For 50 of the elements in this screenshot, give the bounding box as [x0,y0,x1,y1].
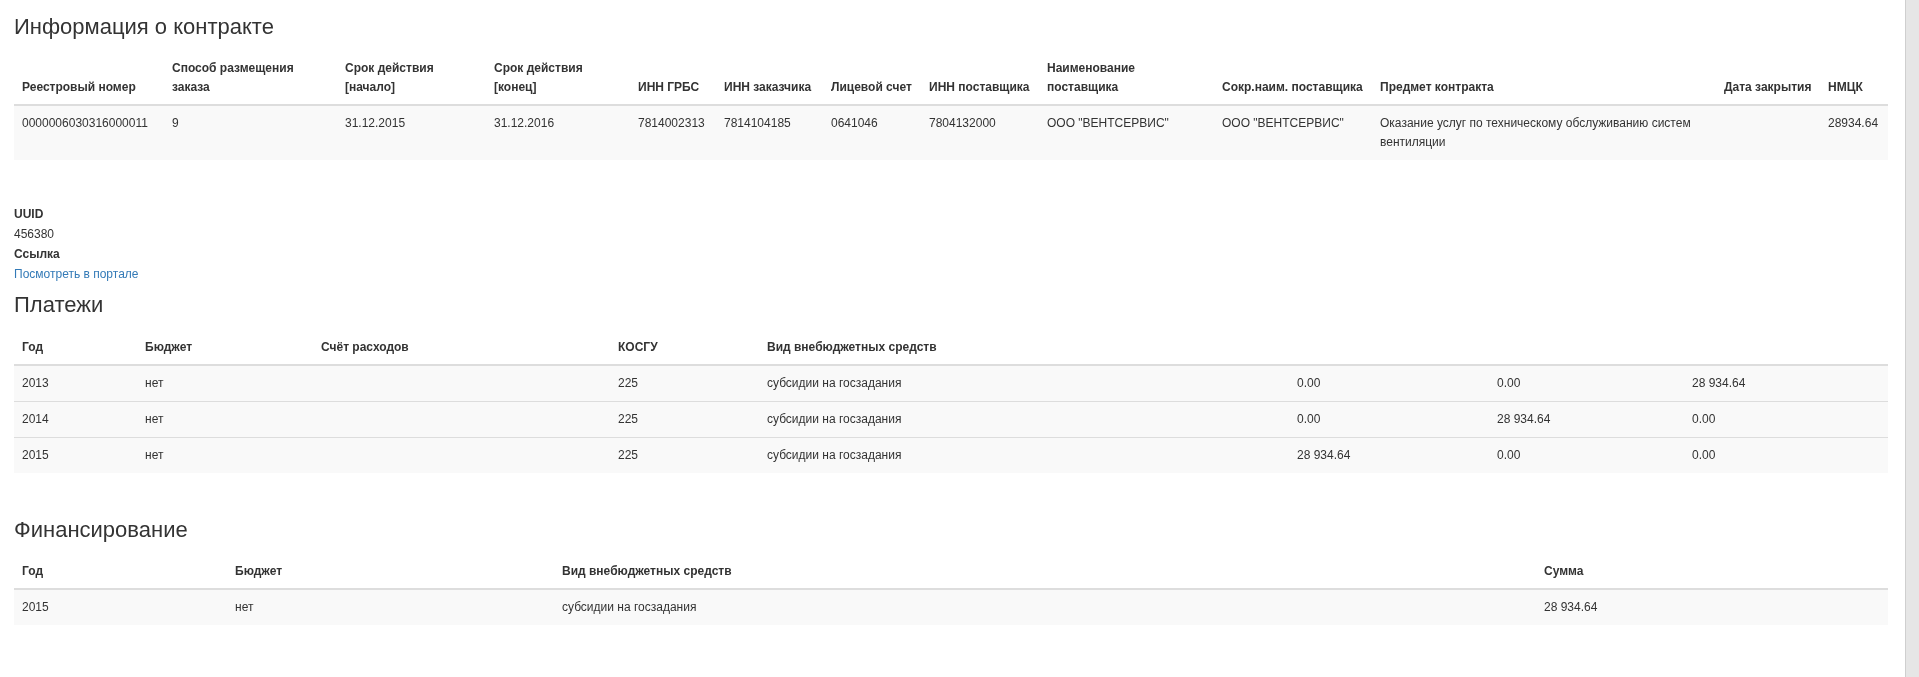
table-cell: 7804132000 [921,105,1039,161]
column-header: Бюджет [137,330,313,365]
table-cell: нет [137,364,313,402]
section-title: Финансирование [14,516,188,544]
table-cell: 0.00 [1489,364,1684,402]
column-header: Год [14,330,137,365]
table-cell: нет [137,437,313,473]
table-cell: 7814002313 [630,105,716,161]
detail-label: UUID [14,206,44,224]
table-cell: ООО "ВЕНТСЕРВИС" [1214,105,1372,161]
table-cell: субсидии на госзадания [759,401,1289,438]
table-cell: 225 [610,401,759,438]
detail-label: Ссылка [14,246,60,264]
table-cell: 28934.64 [1820,105,1888,161]
table-cell: 0000006030316000011 [14,105,164,161]
table-cell: 7814104185 [716,105,823,161]
table-cell: нет [137,401,313,438]
table-cell: Оказание услуг по техническому обслуживанию систем вентиляции [1372,105,1716,161]
table-cell: 9 [164,105,337,161]
table-cell: 31.12.2016 [486,105,630,161]
table-cell: 225 [610,364,759,402]
column-header: Счёт расходов [313,330,610,365]
table-cell: 2013 [14,364,137,402]
column-header: Вид внебюджетных средств [759,330,1289,365]
table-cell: субсидии на госзадания [759,364,1289,402]
section-title: Информация о контракте [14,14,274,41]
table-cell: 0.00 [1289,401,1489,438]
table-cell: 0.00 [1684,401,1888,438]
table-cell: субсидии на госзадания [554,589,1536,626]
table-cell: 2015 [14,437,137,473]
table-cell: 0.00 [1289,364,1489,402]
table-cell: нет [227,589,554,626]
table-cell: 28 934.64 [1684,364,1888,402]
scrollbar[interactable] [1905,0,1919,677]
table-cell: 31.12.2015 [337,105,486,161]
table-cell: 2015 [14,589,227,626]
section-title: Платежи [14,292,104,319]
table-cell: 28 934.64 [1489,401,1684,438]
table-cell: 0641046 [823,105,921,161]
table-cell: 0.00 [1684,437,1888,473]
table-cell: 28 934.64 [1289,437,1489,473]
column-header: КОСГУ [610,330,759,365]
table-cell: ООО "ВЕНТСЕРВИС" [1039,105,1214,161]
table-cell: субсидии на госзадания [759,437,1289,473]
table-cell: 0.00 [1489,437,1684,473]
detail-value: 456380 [14,226,55,244]
portal-link[interactable]: Посмотреть в портале [14,264,139,285]
table-cell: 28 934.64 [1536,589,1888,626]
table-cell: 225 [610,437,759,473]
table-cell: 2014 [14,401,137,438]
